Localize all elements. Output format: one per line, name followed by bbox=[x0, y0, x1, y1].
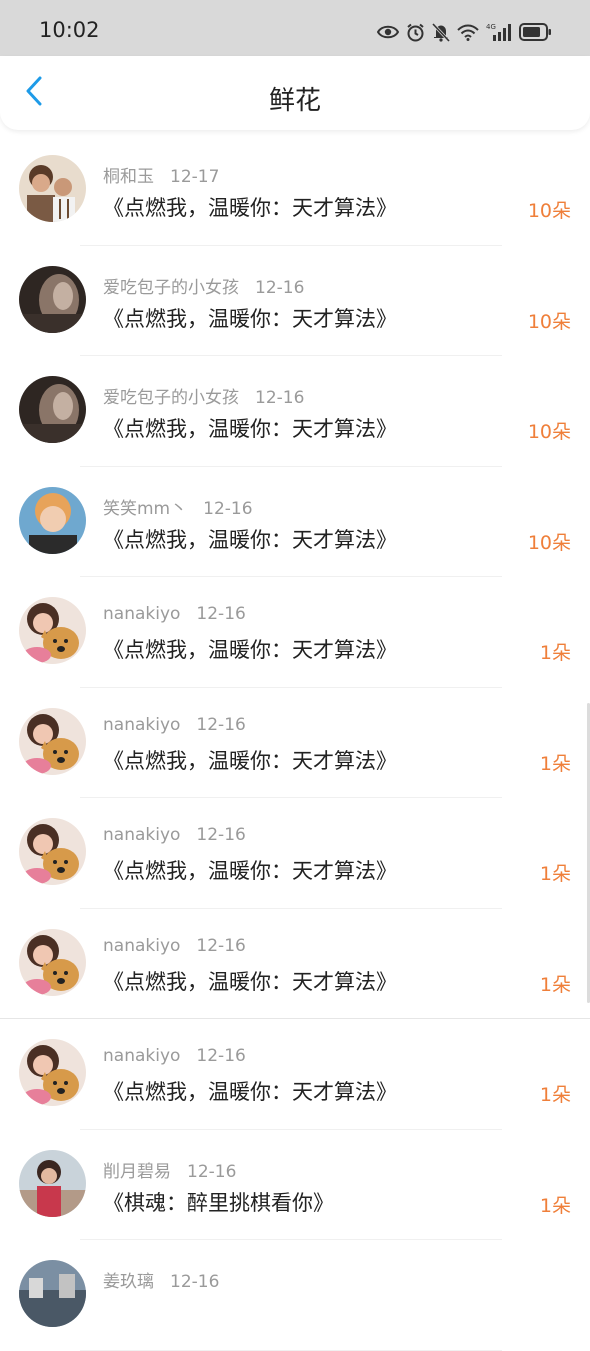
user-name[interactable]: nanakiyo bbox=[103, 715, 180, 735]
list-item[interactable]: 爱吃包子的小女孩 12-16 《点燃我，温暖你：天才算法》 10朵 bbox=[0, 356, 590, 467]
book-title[interactable]: 《点燃我，温暖你：天才算法》 bbox=[103, 634, 397, 664]
list-item[interactable]: 桐和玉 12-17 《点燃我，温暖你：天才算法》 10朵 bbox=[0, 135, 590, 246]
flower-amount: 10朵 bbox=[527, 531, 571, 554]
user-name[interactable]: 削月碧易 bbox=[103, 1162, 171, 1182]
flower-list: 桐和玉 12-17 《点燃我，温暖你：天才算法》 10朵 爱吃包子的小女孩 12-1… bbox=[0, 135, 590, 1351]
record-meta: 笑笑mm丶 12-16 bbox=[103, 494, 253, 519]
book-title[interactable]: 《点燃我，温暖你：天才算法》 bbox=[103, 413, 397, 443]
avatar bbox=[19, 1260, 86, 1327]
avatar bbox=[19, 155, 86, 222]
status-icons: 4G bbox=[377, 20, 552, 44]
record-meta: nanakiyo 12-16 bbox=[103, 825, 246, 845]
app-header: 鲜花 bbox=[0, 56, 590, 130]
battery-icon bbox=[519, 23, 552, 41]
alarm-icon bbox=[406, 23, 425, 42]
record-meta: 削月碧易 12-16 bbox=[103, 1157, 236, 1182]
user-name[interactable]: 爱吃包子的小女孩 bbox=[103, 278, 239, 298]
record-date: 12-16 bbox=[203, 498, 253, 519]
avatar bbox=[19, 376, 86, 443]
wifi-icon bbox=[457, 24, 479, 41]
list-item[interactable]: nanakiyo 12-16 《点燃我，温暖你：天才算法》 1朵 bbox=[0, 688, 590, 799]
eye-icon bbox=[377, 24, 399, 40]
user-name[interactable]: nanakiyo bbox=[103, 1046, 180, 1066]
flower-amount: 1朵 bbox=[539, 642, 571, 664]
record-meta: nanakiyo 12-16 bbox=[103, 604, 246, 624]
book-title[interactable]: 《点燃我，温暖你：天才算法》 bbox=[103, 1076, 397, 1106]
avatar bbox=[19, 818, 86, 885]
user-name[interactable]: 桐和玉 bbox=[103, 167, 154, 187]
list-item[interactable]: nanakiyo 12-16 《点燃我，温暖你：天才算法》 1朵 bbox=[0, 909, 590, 1020]
user-name[interactable]: nanakiyo bbox=[103, 936, 180, 956]
list-item[interactable]: nanakiyo 12-16 《点燃我，温暖你：天才算法》 1朵 bbox=[0, 798, 590, 909]
status-time: 10:02 bbox=[39, 18, 100, 42]
signal-icon: 4G bbox=[486, 22, 512, 42]
avatar bbox=[19, 265, 86, 333]
status-bar: 10:02 4G bbox=[0, 0, 590, 56]
book-title[interactable]: 《棋魂：醉里挑棋看你》 bbox=[103, 1187, 334, 1217]
record-date: 12-16 bbox=[196, 825, 246, 845]
list-item[interactable]: nanakiyo 12-16 《点燃我，温暖你：天才算法》 1朵 bbox=[0, 577, 590, 688]
record-date: 12-17 bbox=[170, 167, 220, 187]
flower-amount: 1朵 bbox=[539, 752, 571, 775]
page-title: 鲜花 bbox=[268, 86, 321, 116]
record-meta: nanakiyo 12-16 bbox=[103, 936, 246, 956]
avatar bbox=[19, 486, 86, 554]
flower-amount: 1朵 bbox=[539, 1084, 571, 1106]
record-date: 12-16 bbox=[196, 604, 246, 624]
record-meta: 爱吃包子的小女孩 12-16 bbox=[103, 383, 304, 408]
avatar bbox=[19, 1039, 86, 1106]
record-date: 12-16 bbox=[255, 388, 305, 408]
avatar bbox=[19, 928, 86, 996]
record-date: 12-16 bbox=[187, 1161, 237, 1182]
user-name[interactable]: 爱吃包子的小女孩 bbox=[103, 388, 239, 408]
book-title[interactable]: 《点燃我，温暖你：天才算法》 bbox=[103, 524, 397, 554]
avatar bbox=[19, 597, 86, 664]
record-meta: 爱吃包子的小女孩 12-16 bbox=[103, 273, 304, 298]
flower-amount: 1朵 bbox=[539, 863, 571, 885]
flower-amount: 1朵 bbox=[539, 1194, 571, 1217]
list-item[interactable]: 削月碧易 12-16 《棋魂：醉里挑棋看你》 1朵 bbox=[0, 1130, 590, 1241]
list-item[interactable]: nanakiyo 12-16 《点燃我，温暖你：天才算法》 1朵 bbox=[0, 1019, 590, 1130]
flower-amount: 10朵 bbox=[527, 200, 571, 222]
mute-icon bbox=[432, 22, 450, 42]
record-date: 12-16 bbox=[255, 277, 305, 298]
book-title[interactable]: 《点燃我，温暖你：天才算法》 bbox=[103, 192, 397, 222]
book-title[interactable]: 《点燃我，温暖你：天才算法》 bbox=[103, 855, 397, 885]
list-item[interactable]: 姜玖璃 12-16 bbox=[0, 1240, 590, 1351]
avatar bbox=[19, 1149, 86, 1217]
book-title[interactable]: 《点燃我，温暖你：天才算法》 bbox=[103, 966, 397, 996]
flower-amount: 10朵 bbox=[527, 310, 571, 333]
record-date: 12-16 bbox=[196, 935, 246, 956]
user-name[interactable]: 姜玖璃 bbox=[103, 1272, 154, 1292]
record-date: 12-16 bbox=[170, 1272, 220, 1292]
list-item[interactable]: 爱吃包子的小女孩 12-16 《点燃我，温暖你：天才算法》 10朵 bbox=[0, 246, 590, 357]
record-meta: 桐和玉 12-17 bbox=[103, 162, 219, 187]
flower-amount: 1朵 bbox=[539, 973, 571, 996]
record-date: 12-16 bbox=[196, 1046, 246, 1066]
svg-text:4G: 4G bbox=[486, 23, 496, 31]
record-date: 12-16 bbox=[196, 714, 246, 735]
user-name[interactable]: 笑笑mm丶 bbox=[103, 499, 187, 519]
user-name[interactable]: nanakiyo bbox=[103, 604, 180, 624]
record-meta: nanakiyo 12-16 bbox=[103, 1046, 246, 1066]
user-name[interactable]: nanakiyo bbox=[103, 825, 180, 845]
avatar bbox=[19, 707, 86, 775]
book-title[interactable]: 《点燃我，温暖你：天才算法》 bbox=[103, 745, 397, 775]
flower-amount: 10朵 bbox=[527, 421, 571, 443]
list-item[interactable]: 笑笑mm丶 12-16 《点燃我，温暖你：天才算法》 10朵 bbox=[0, 467, 590, 578]
book-title[interactable]: 《点燃我，温暖你：天才算法》 bbox=[103, 303, 397, 333]
record-meta: nanakiyo 12-16 bbox=[103, 715, 246, 735]
